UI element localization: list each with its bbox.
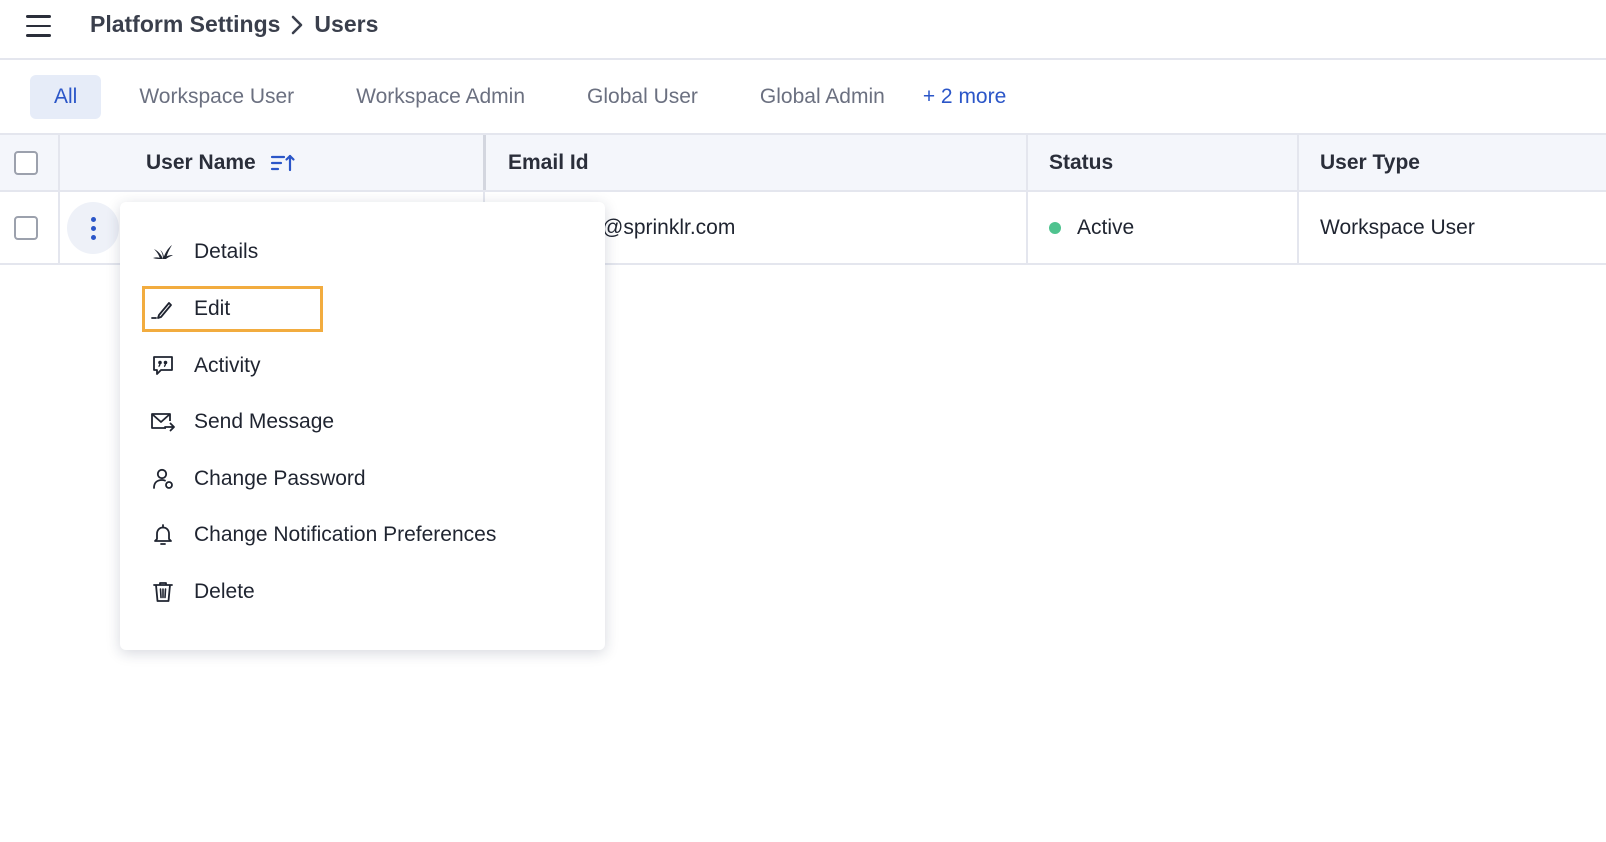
top-header: Platform Settings Users — [0, 0, 1606, 60]
tab-workspace-admin[interactable]: Workspace Admin — [332, 75, 549, 119]
breadcrumb-item-platform-settings[interactable]: Platform Settings — [90, 11, 280, 38]
menu-item-label: Send Message — [194, 410, 335, 433]
row-status: Active — [1049, 192, 1134, 263]
row-user-type: Workspace User — [1320, 215, 1475, 239]
menu-item-delete[interactable]: Delete — [142, 569, 255, 615]
column-divider — [1026, 192, 1028, 263]
column-divider — [1297, 192, 1299, 263]
quote-bubble-icon — [150, 353, 176, 379]
filter-tabs: All Workspace User Workspace Admin Globa… — [30, 75, 1020, 119]
menu-item-label: Change Notification Preferences — [194, 523, 497, 546]
column-header-user-type[interactable]: User Type — [1320, 135, 1420, 190]
more-tabs-link[interactable]: + 2 more — [909, 85, 1020, 109]
menu-item-activity[interactable]: Activity — [142, 343, 261, 389]
menu-item-label: Change Password — [194, 467, 366, 490]
column-divider — [1026, 135, 1028, 190]
menu-item-details[interactable]: Details — [142, 229, 258, 275]
row-checkbox[interactable] — [14, 215, 38, 240]
menu-item-label: Details — [194, 240, 259, 263]
menu-item-send-message[interactable]: Send Message — [142, 399, 334, 445]
bell-icon — [150, 522, 176, 548]
chevron-right-icon — [290, 15, 304, 35]
column-resize-handle[interactable] — [483, 135, 486, 190]
row-select-cell — [14, 192, 38, 263]
tab-global-admin[interactable]: Global Admin — [736, 75, 909, 119]
breadcrumb-item-users: Users — [314, 11, 379, 37]
menu-item-change-notification-preferences[interactable]: Change Notification Preferences — [142, 512, 496, 558]
table-header: User Name Email Id Status User Type — [0, 133, 1606, 192]
column-header-status[interactable]: Status — [1049, 135, 1113, 190]
hamburger-icon[interactable] — [26, 12, 54, 40]
menu-item-label: Activity — [194, 354, 261, 377]
envelope-forward-icon — [150, 409, 176, 435]
tab-all[interactable]: All — [30, 75, 102, 119]
sprinklr-logo-icon — [150, 239, 176, 265]
select-all-cell — [14, 135, 38, 190]
row-actions-kebab-icon[interactable] — [67, 202, 119, 254]
column-divider — [1297, 135, 1299, 190]
user-key-icon — [150, 466, 176, 492]
column-header-user-name[interactable]: User Name — [146, 135, 296, 190]
sort-ascending-icon[interactable] — [270, 153, 296, 173]
trash-icon — [150, 579, 176, 605]
column-divider — [58, 135, 60, 190]
column-header-label: User Name — [146, 150, 256, 174]
menu-item-change-password[interactable]: Change Password — [142, 456, 366, 502]
menu-item-label: Edit — [194, 297, 231, 320]
row-email: @sprinklr.com — [602, 215, 736, 239]
breadcrumb: Platform Settings Users — [90, 11, 378, 38]
pencil-icon — [150, 296, 176, 322]
status-label: Active — [1077, 215, 1135, 239]
status-active-dot — [1049, 221, 1061, 234]
select-all-checkbox[interactable] — [14, 150, 38, 175]
menu-item-label: Delete — [194, 580, 255, 603]
menu-item-edit[interactable]: Edit — [142, 286, 323, 332]
tab-workspace-user[interactable]: Workspace User — [115, 75, 318, 119]
column-header-email[interactable]: Email Id — [508, 135, 589, 190]
tab-global-user[interactable]: Global User — [563, 75, 722, 119]
row-actions-menu: Details Edit Activity Send Message Chang… — [120, 202, 605, 650]
column-divider — [58, 192, 60, 263]
